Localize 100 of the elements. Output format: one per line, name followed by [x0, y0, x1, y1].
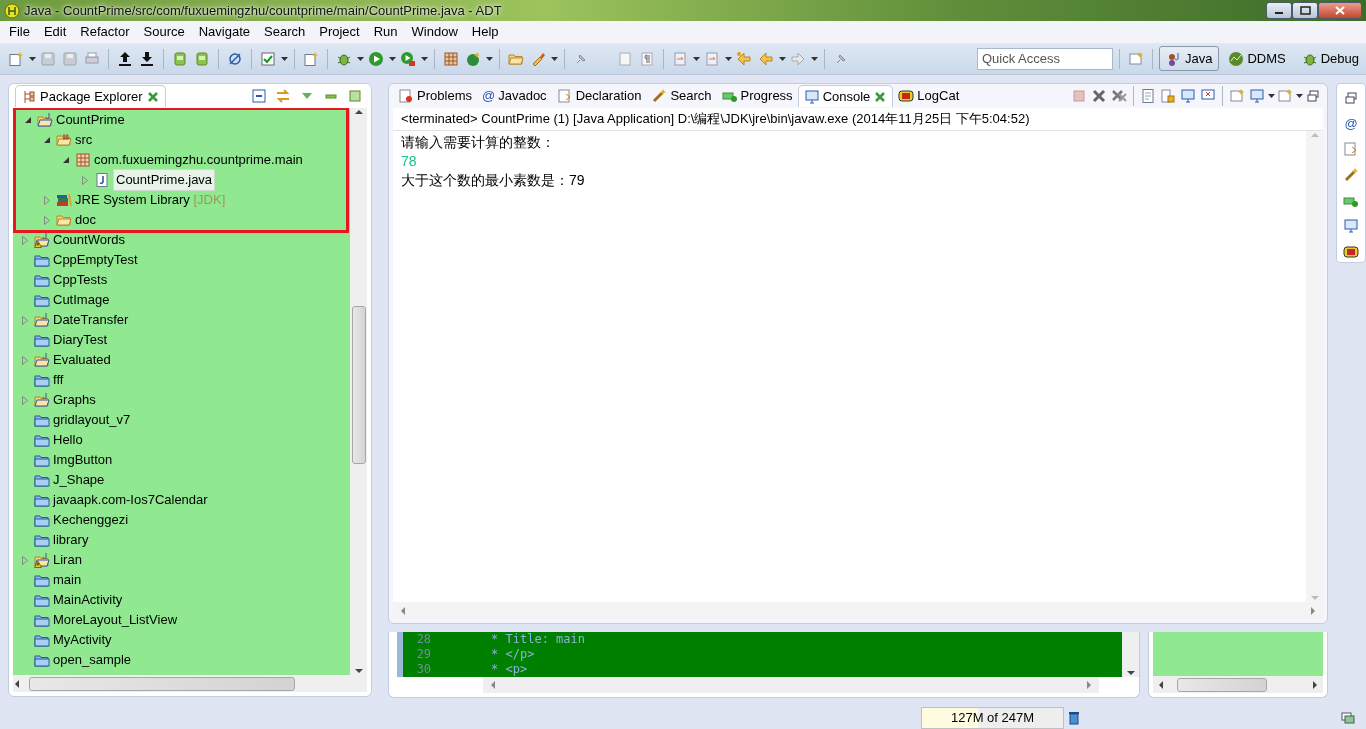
- caret-icon[interactable]: [692, 56, 700, 61]
- view-tab[interactable]: Declaration: [551, 85, 647, 107]
- caret-icon[interactable]: [388, 56, 396, 61]
- run-icon[interactable]: [368, 50, 384, 67]
- display-console-icon[interactable]: [1249, 88, 1266, 104]
- view-tab[interactable]: LogCat: [893, 85, 965, 107]
- caret-icon[interactable]: [810, 56, 818, 61]
- link-arrows-icon[interactable]: [275, 88, 292, 104]
- remove-icon[interactable]: [1091, 88, 1108, 104]
- tree-item[interactable]: doc: [75, 210, 96, 230]
- tree-item[interactable]: CountPrime.java: [113, 169, 216, 191]
- search-icon[interactable]: [1343, 167, 1360, 183]
- paragraph-icon[interactable]: [639, 50, 655, 67]
- caret-icon[interactable]: [28, 56, 36, 61]
- horizontal-scrollbar[interactable]: [13, 675, 368, 692]
- menu-item[interactable]: File: [2, 22, 37, 42]
- console-icon[interactable]: [1343, 218, 1360, 235]
- collapsed-arrow-icon[interactable]: [21, 235, 29, 245]
- collapsed-arrow-icon[interactable]: [21, 355, 29, 365]
- trash-icon[interactable]: [1066, 710, 1082, 726]
- close-button[interactable]: [1318, 2, 1362, 19]
- new-document-icon[interactable]: [8, 50, 24, 67]
- horizontal-scrollbar[interactable]: [1153, 676, 1324, 693]
- perspective-button[interactable]: DDMS: [1221, 45, 1293, 72]
- restore-icon[interactable]: [1305, 88, 1322, 104]
- clear-console-icon[interactable]: [1140, 88, 1157, 104]
- menu-item[interactable]: Project: [312, 22, 367, 42]
- tree-item[interactable]: Liran: [53, 550, 82, 570]
- collapsed-arrow-icon[interactable]: [43, 215, 51, 225]
- remove-all-icon[interactable]: [1111, 88, 1128, 104]
- expanded-arrow-icon[interactable]: [62, 156, 70, 164]
- collapsed-arrow-icon[interactable]: [21, 315, 29, 325]
- tree-item[interactable]: gridlayout_v7: [53, 410, 131, 430]
- perspective-button[interactable]: Java: [1158, 45, 1220, 72]
- tree-item[interactable]: library: [53, 530, 89, 550]
- tree-item[interactable]: Hello: [53, 430, 83, 450]
- collapsed-arrow-icon[interactable]: [21, 395, 29, 405]
- perspective-button[interactable]: Debug: [1294, 45, 1366, 72]
- quick-access-field[interactable]: Quick Access: [976, 47, 1113, 70]
- tree-item[interactable]: MainActivity: [53, 590, 123, 610]
- vertical-scrollbar[interactable]: [350, 108, 368, 675]
- scrollbar-thumb[interactable]: [351, 306, 366, 464]
- upload-arrow-icon[interactable]: [117, 50, 133, 67]
- down-arrow-icon[interactable]: [1125, 669, 1136, 677]
- restore-icon[interactable]: [1343, 89, 1360, 106]
- menu-item[interactable]: Edit: [36, 22, 74, 42]
- minimize-button[interactable]: [1266, 2, 1292, 19]
- caret-icon[interactable]: [1267, 94, 1275, 98]
- menu-item[interactable]: Help: [464, 22, 506, 42]
- new-file-icon[interactable]: [303, 50, 319, 67]
- javadoc-button[interactable]: @: [1341, 113, 1362, 134]
- tree-item[interactable]: com.fuxuemingzhu.countprime.main: [94, 150, 303, 170]
- up-arrow-icon[interactable]: [353, 108, 364, 116]
- view-tab[interactable]: @ Javadoc: [477, 85, 552, 107]
- view-tab[interactable]: Console: [797, 85, 894, 107]
- caret-icon[interactable]: [550, 56, 558, 61]
- expanded-arrow-icon[interactable]: [43, 136, 51, 144]
- tree-item[interactable]: ImgButton: [53, 450, 113, 470]
- tree-item[interactable]: CountPrime: [56, 110, 125, 130]
- tree-item[interactable]: CutImage: [53, 290, 110, 310]
- menu-item[interactable]: Source: [136, 22, 192, 42]
- caret-icon[interactable]: [724, 56, 732, 61]
- collapsed-arrow-icon[interactable]: [21, 555, 29, 565]
- android-download-icon[interactable]: [172, 50, 188, 67]
- tree-item[interactable]: Kechenggezi: [53, 510, 129, 530]
- close-icon[interactable]: [873, 89, 888, 104]
- menu-item[interactable]: Navigate: [191, 22, 257, 42]
- tree-item[interactable]: open_sample: [53, 650, 132, 670]
- scrollbar-thumb[interactable]: [1177, 677, 1268, 692]
- tree-item[interactable]: DiaryTest: [53, 330, 108, 350]
- maximize-button[interactable]: [1292, 2, 1318, 19]
- view-tab[interactable]: Package Explorer: [15, 85, 166, 107]
- caret-icon[interactable]: [485, 56, 493, 61]
- tree-item[interactable]: DateTransfer: [53, 310, 129, 330]
- tree-item[interactable]: JRE System Library [JDK]: [75, 190, 226, 210]
- tree-item[interactable]: javaapk.com-Ios7Calendar: [53, 490, 208, 510]
- menu-item[interactable]: Search: [257, 22, 313, 42]
- tree-item[interactable]: fff: [53, 370, 64, 390]
- caret-icon[interactable]: [778, 56, 786, 61]
- tree-item[interactable]: MoreLayout_ListView: [53, 610, 178, 630]
- download-arrow-icon[interactable]: [139, 50, 155, 67]
- breakpoint-slash-icon[interactable]: [227, 50, 243, 67]
- tree-item[interactable]: CppTests: [53, 270, 108, 290]
- windows-icon[interactable]: [1340, 710, 1356, 726]
- open-perspective-icon[interactable]: [1127, 50, 1144, 67]
- caret-icon[interactable]: [1295, 94, 1303, 98]
- vertical-scrollbar[interactable]: [1122, 632, 1140, 677]
- view-tab[interactable]: Progress: [716, 85, 798, 107]
- tree-item[interactable]: J_Shape: [53, 470, 105, 490]
- scroll-lock-icon[interactable]: [1160, 88, 1177, 104]
- logcat-icon[interactable]: [1343, 244, 1360, 261]
- tree-item[interactable]: CppEmptyTest: [53, 250, 138, 270]
- checkbox-icon[interactable]: [260, 50, 276, 67]
- view-tab[interactable]: Search: [646, 85, 717, 107]
- collapsed-arrow-icon[interactable]: [43, 195, 51, 205]
- collapse-all-icon[interactable]: [251, 88, 268, 104]
- tree-item[interactable]: CountWords: [53, 230, 125, 250]
- caret-icon[interactable]: [420, 56, 428, 61]
- tree-item[interactable]: main: [53, 570, 82, 590]
- android-device-icon[interactable]: [194, 50, 210, 67]
